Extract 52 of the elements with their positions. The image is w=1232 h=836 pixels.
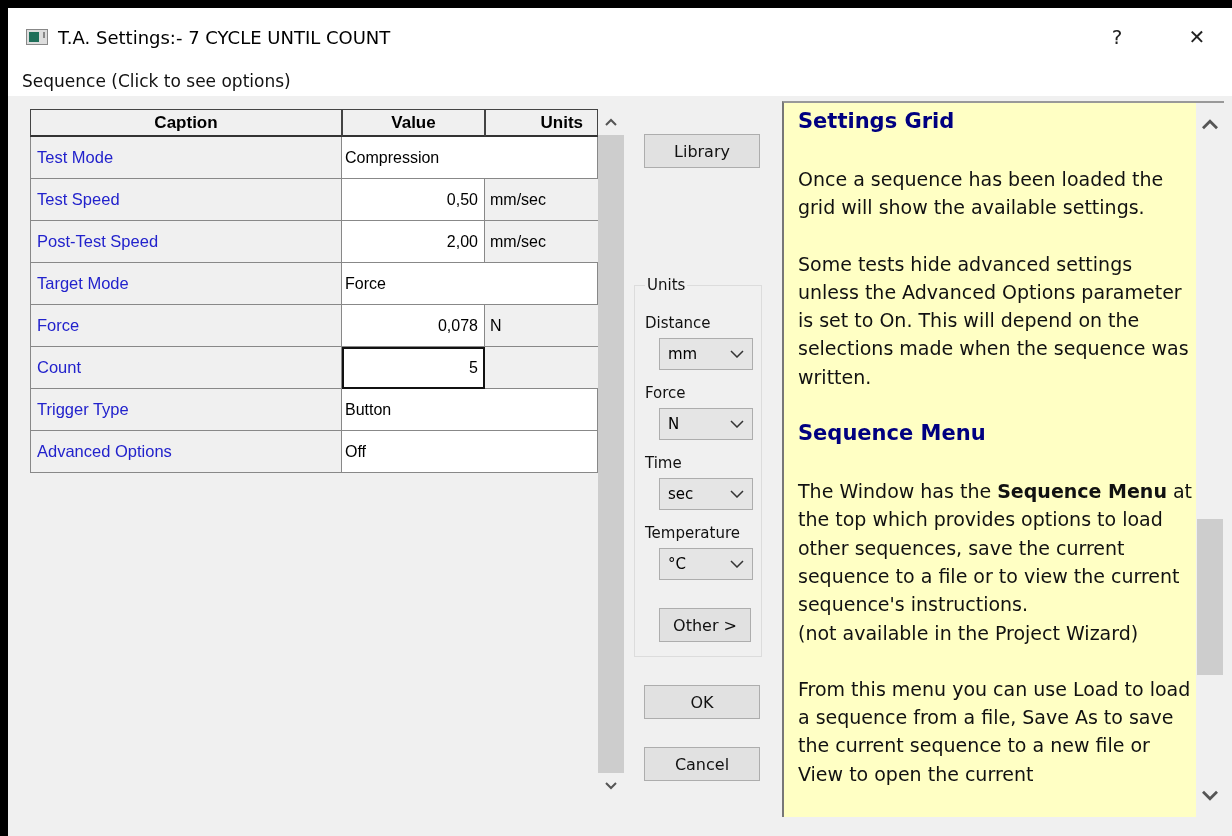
unit-dropdown[interactable]: sec <box>659 478 753 510</box>
scroll-down-icon[interactable] <box>1199 789 1221 803</box>
help-button[interactable]: ? <box>1082 17 1152 57</box>
chevron-down-icon <box>730 350 744 358</box>
scroll-up-icon[interactable] <box>604 117 618 127</box>
help-paragraph: The Window has the Sequence Menu at the top which provides options to load other sequences, save the current sequence to a file or to view the current sequence's instructions. (not available in the Project Wizard) <box>798 479 1194 646</box>
help-heading: Settings Grid <box>798 108 956 135</box>
column-header: Caption <box>30 109 342 137</box>
field-label: Distance <box>645 314 712 332</box>
value-cell[interactable]: 0,50 <box>342 179 485 221</box>
setting-caption: Target Mode <box>30 263 342 305</box>
other-button[interactable]: Other > <box>659 608 751 642</box>
unit-dropdown[interactable]: °C <box>659 548 753 580</box>
column-header: Units <box>485 109 598 137</box>
setting-caption: Force <box>30 305 342 347</box>
scroll-down-icon[interactable] <box>604 781 618 791</box>
help-paragraph: From this menu you can use Load to load a sequence from a file, Save As to save the current sequence to a new file or View to open the current <box>798 676 1192 787</box>
app-icon <box>26 29 48 45</box>
column-header: Value <box>342 109 485 137</box>
field-label: Time <box>645 454 683 472</box>
chevron-down-icon <box>730 560 744 568</box>
unit-dropdown[interactable]: mm <box>659 338 753 370</box>
chevron-down-icon <box>730 490 744 498</box>
value-cell[interactable]: 5 <box>342 347 485 389</box>
value-cell[interactable]: 0,078 <box>342 305 485 347</box>
menu-item[interactable]: Sequence (Click to see options) <box>22 71 291 91</box>
library-button[interactable]: Library <box>644 134 760 168</box>
cancel-button[interactable]: Cancel <box>644 747 760 781</box>
value-cell[interactable]: Button <box>342 389 598 431</box>
setting-caption: Count <box>30 347 342 389</box>
close-button[interactable]: ✕ <box>1162 17 1232 57</box>
setting-caption: Test Speed <box>30 179 342 221</box>
value-cell[interactable]: Off <box>342 431 598 473</box>
value-cell[interactable]: Force <box>342 263 598 305</box>
setting-caption: Test Mode <box>30 137 342 179</box>
scroll-up-icon[interactable] <box>1199 117 1221 131</box>
window-title: T.A. Settings:- 7 CYCLE UNTIL COUNT <box>58 26 392 48</box>
value-cell[interactable]: Compression <box>342 137 598 179</box>
scrollbar-thumb[interactable] <box>1197 519 1223 675</box>
ok-button[interactable]: OK <box>644 685 760 719</box>
group-title: Units <box>646 276 687 294</box>
value-cell[interactable]: 2,00 <box>342 221 485 263</box>
setting-caption: Trigger Type <box>30 389 342 431</box>
help-heading: Sequence Menu <box>798 420 987 448</box>
setting-caption: Post-Test Speed <box>30 221 342 263</box>
field-label: Force <box>645 384 687 402</box>
help-paragraph: Once a sequence has been loaded the grid will show the available settings. <box>798 167 1165 221</box>
setting-caption: Advanced Options <box>30 431 342 473</box>
chevron-down-icon <box>730 420 744 428</box>
help-paragraph: Some tests hide advanced settings unless the Advanced Options parameter is set to On. This will depend on the selections made when the sequence was written. <box>798 251 1190 390</box>
unit-dropdown[interactable]: N <box>659 408 753 440</box>
field-label: Temperature <box>645 524 742 542</box>
